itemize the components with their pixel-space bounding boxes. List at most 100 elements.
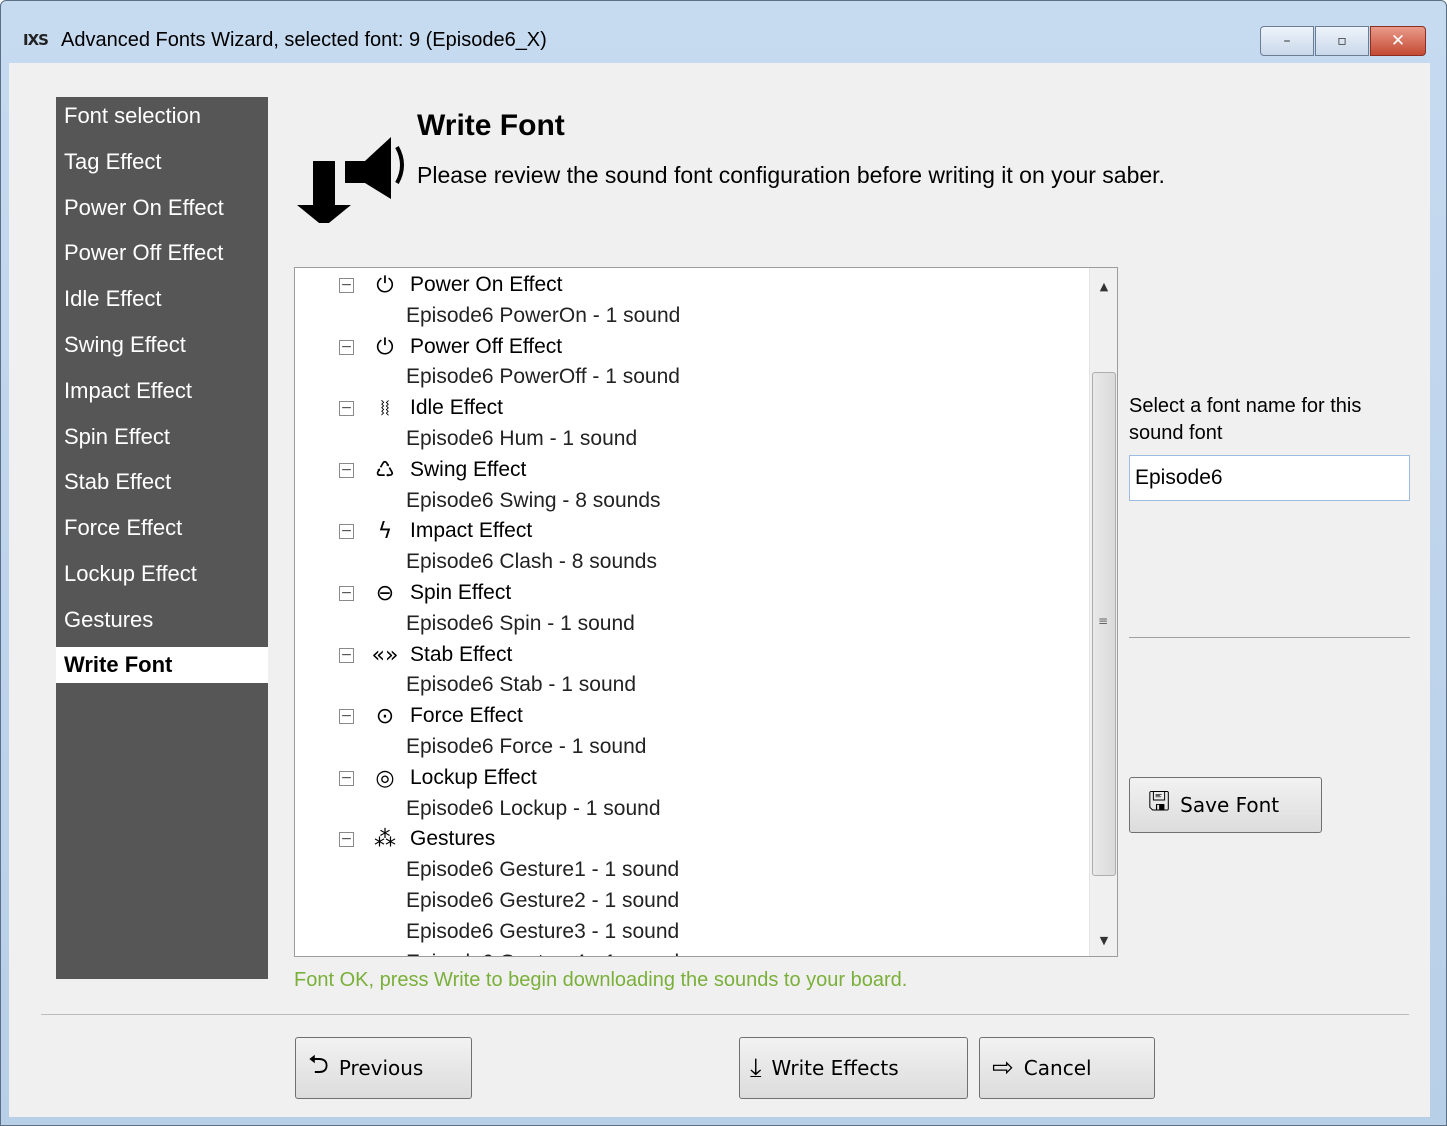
- back-arrow-icon: ⮌: [308, 1050, 329, 1080]
- sidebar-item-idle-effect[interactable]: Idle Effect: [56, 280, 268, 326]
- app-window: IXS Advanced Fonts Wizard, selected font…: [0, 0, 1447, 1126]
- page-title: Write Font: [417, 109, 565, 142]
- maximize-button[interactable]: ▫: [1315, 26, 1369, 56]
- collapse-icon[interactable]: −: [339, 339, 354, 355]
- scroll-up-icon[interactable]: ▲: [1090, 272, 1117, 300]
- previous-label: Previous: [338, 1056, 424, 1080]
- tree-vertical-scrollbar[interactable]: ▲ ≡ ▼: [1089, 268, 1117, 956]
- cancel-label: Cancel: [1023, 1056, 1092, 1080]
- collapse-icon[interactable]: −: [339, 585, 354, 601]
- tree-node[interactable]: − ϟ Impact Effect: [295, 516, 1085, 547]
- floppy-disk-icon: 🖫: [1148, 787, 1171, 817]
- previous-button[interactable]: ⮌ Previous: [295, 1037, 472, 1099]
- title-bar: IXS Advanced Fonts Wizard, selected font…: [1, 1, 1446, 63]
- tree-node[interactable]: − ⊙ Force Effect: [295, 701, 1085, 732]
- scroll-down-icon[interactable]: ▼: [1090, 926, 1117, 954]
- tree-child-item[interactable]: Episode6 Gesture3 - 1 sound: [295, 917, 1085, 948]
- sidebar-item-spin-effect[interactable]: Spin Effect: [56, 418, 268, 464]
- download-tray-icon: ⤓: [750, 1052, 762, 1083]
- tree-node-label: Force Effect: [410, 704, 523, 728]
- swing-icon: ♺: [375, 457, 395, 483]
- tree-child-item[interactable]: Episode6 Gesture4 - 1 sound: [295, 948, 1085, 956]
- tree-child-item[interactable]: Episode6 Swing - 8 sounds: [295, 486, 1085, 517]
- sound-font-tree[interactable]: − ⏻ Power On Effect Episode6 PowerOn - 1 so…: [294, 267, 1118, 957]
- power-off-dashed-icon: ⏻: [376, 334, 394, 360]
- sidebar-item-impact-effect[interactable]: Impact Effect: [56, 372, 268, 418]
- tree-node[interactable]: − ⁂ Gestures: [295, 824, 1085, 855]
- sidebar-item-font-selection[interactable]: Font selection: [56, 97, 268, 143]
- tree-child-item[interactable]: Episode6 Force - 1 sound: [295, 732, 1085, 763]
- spin-circle-icon: ⊖: [375, 580, 395, 606]
- tree-node-label: Spin Effect: [410, 580, 512, 604]
- sidebar-item-stab-effect[interactable]: Stab Effect: [56, 463, 268, 509]
- tree-node-label: Idle Effect: [410, 396, 504, 420]
- waveform-icon: ⧘⧙: [380, 396, 390, 422]
- gestures-icon: ⁂: [374, 827, 396, 853]
- tree-node-label: Gestures: [410, 827, 496, 851]
- save-font-label: Save Font: [1180, 793, 1280, 817]
- tree-child-item[interactable]: Episode6 Stab - 1 sound: [295, 670, 1085, 701]
- wizard-steps-sidebar: Font selection Tag Effect Power On Effect P…: [56, 97, 268, 979]
- tree-child-item[interactable]: Episode6 Spin - 1 sound: [295, 609, 1085, 640]
- tree-child-item[interactable]: Episode6 Gesture1 - 1 sound: [295, 855, 1085, 886]
- tree-node-label: Swing Effect: [410, 457, 527, 481]
- sidebar-item-gestures[interactable]: Gestures: [56, 601, 268, 647]
- tree-node-label: Stab Effect: [410, 642, 513, 666]
- force-dot-icon: ⊙: [375, 704, 395, 730]
- font-name-input[interactable]: [1129, 455, 1410, 501]
- collapse-icon[interactable]: −: [339, 709, 354, 725]
- tree-child-item[interactable]: Episode6 PowerOn - 1 sound: [295, 301, 1085, 332]
- tree-node[interactable]: − «» Stab Effect: [295, 640, 1085, 671]
- tree-node[interactable]: − ⏻ Power On Effect: [295, 270, 1085, 301]
- tree-node[interactable]: − ♺ Swing Effect: [295, 455, 1085, 486]
- lockup-target-icon: ◎: [375, 765, 395, 791]
- collapse-icon[interactable]: −: [339, 524, 354, 540]
- tree-node[interactable]: − ◎ Lockup Effect: [295, 763, 1085, 794]
- collapse-icon[interactable]: −: [339, 278, 354, 293]
- wizard-client-area: Font selection Tag Effect Power On Effect P…: [9, 63, 1430, 1117]
- tree-child-item[interactable]: Episode6 Gesture2 - 1 sound: [295, 886, 1085, 917]
- window-title: Advanced Fonts Wizard, selected font: 9 …: [61, 29, 547, 51]
- write-effects-button[interactable]: ⤓ Write Effects: [739, 1037, 968, 1099]
- footer-divider: [41, 1014, 1409, 1015]
- divider: [1129, 637, 1410, 638]
- exit-door-icon: ⇨: [992, 1053, 1014, 1083]
- sidebar-item-power-off-effect[interactable]: Power Off Effect: [56, 234, 268, 280]
- lightning-icon: ϟ: [377, 519, 393, 545]
- tree-child-item[interactable]: Episode6 Clash - 8 sounds: [295, 547, 1085, 578]
- app-logo-icon: IXS: [23, 31, 49, 49]
- status-message: Font OK, press Write to begin downloadin…: [294, 969, 908, 991]
- save-font-button[interactable]: 🖫 Save Font: [1129, 777, 1322, 833]
- tree-node-label: Impact Effect: [410, 519, 533, 543]
- tree-node[interactable]: − ⏻ Power Off Effect: [295, 332, 1085, 363]
- tree-node[interactable]: − ⧘⧙ Idle Effect: [295, 393, 1085, 424]
- stab-arrows-icon: «»: [371, 642, 399, 668]
- collapse-icon[interactable]: −: [339, 770, 354, 786]
- minimize-button[interactable]: –: [1260, 26, 1314, 56]
- sidebar-item-write-font[interactable]: Write Font: [56, 646, 268, 683]
- sidebar-item-lockup-effect[interactable]: Lockup Effect: [56, 555, 268, 601]
- tree-node-label: Lockup Effect: [410, 765, 537, 789]
- window-controls: – ▫ ✕: [1260, 26, 1426, 56]
- tree-child-item[interactable]: Episode6 Hum - 1 sound: [295, 424, 1085, 455]
- collapse-icon[interactable]: −: [339, 462, 354, 478]
- font-name-label: Select a font name for this sound font: [1129, 395, 1362, 444]
- sidebar-item-tag-effect[interactable]: Tag Effect: [56, 143, 268, 189]
- tree-child-item[interactable]: Episode6 Lockup - 1 sound: [295, 794, 1085, 825]
- tree-child-item[interactable]: Episode6 PowerOff - 1 sound: [295, 362, 1085, 393]
- grip-icon: ≡: [1098, 614, 1109, 628]
- sidebar-item-force-effect[interactable]: Force Effect: [56, 509, 268, 555]
- scrollbar-thumb[interactable]: ≡: [1092, 372, 1116, 876]
- speaker-download-icon: [297, 137, 404, 223]
- tree-content: − ⏻ Power On Effect Episode6 PowerOn - 1 so…: [295, 270, 1085, 956]
- collapse-icon[interactable]: −: [339, 647, 354, 663]
- collapse-icon[interactable]: −: [339, 401, 354, 417]
- cancel-button[interactable]: ⇨ Cancel: [979, 1037, 1155, 1099]
- tree-node-label: Power Off Effect: [410, 334, 563, 358]
- collapse-icon[interactable]: −: [339, 832, 354, 848]
- close-button[interactable]: ✕: [1370, 26, 1426, 56]
- sidebar-item-power-on-effect[interactable]: Power On Effect: [56, 189, 268, 235]
- page-subtitle: Please review the sound font configurati…: [417, 162, 1165, 188]
- sidebar-item-swing-effect[interactable]: Swing Effect: [56, 326, 268, 372]
- tree-node[interactable]: − ⊖ Spin Effect: [295, 578, 1085, 609]
